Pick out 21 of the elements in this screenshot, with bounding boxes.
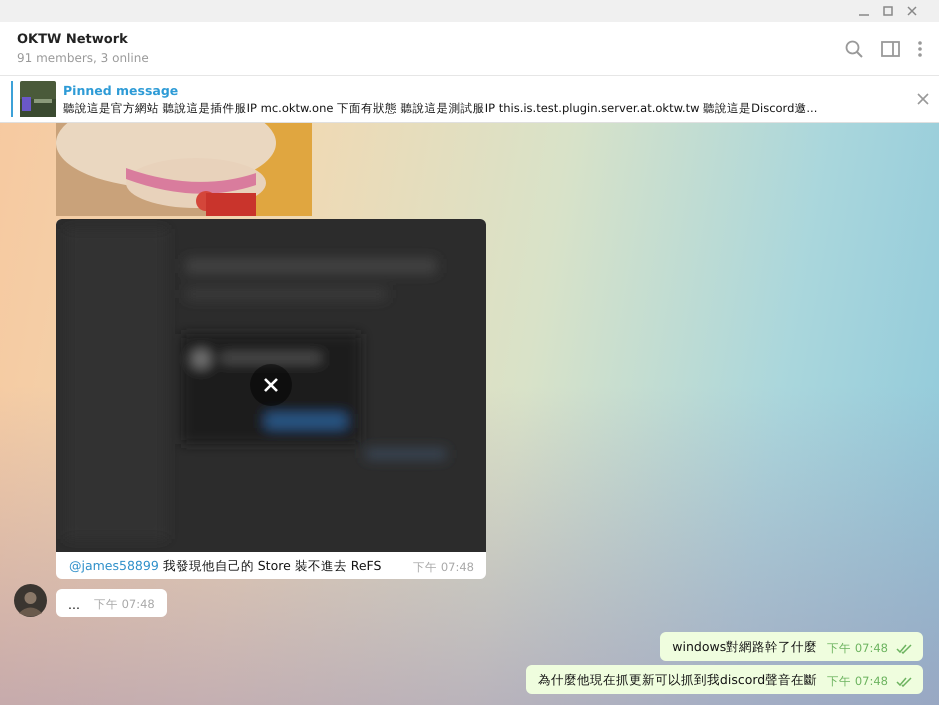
- message-time: 下午 07:48: [94, 597, 155, 612]
- more-icon[interactable]: [918, 40, 922, 56]
- close-icon[interactable]: [917, 93, 929, 105]
- message-time: 下午 07:48: [827, 674, 888, 689]
- pinned-message-text[interactable]: 聽說這是官方網站 聽說這是插件服IP mc.oktw.one 下面有狀態 聽說這是測試服IP this.is.test.plugin.server.at.oktw.tw 聽說這是Discord邀...: [63, 100, 917, 116]
- cancel-download-button[interactable]: [250, 364, 292, 406]
- message-text: ...: [68, 597, 80, 612]
- close-icon: [263, 377, 279, 393]
- message-text: 為什麼他現在抓更新可以抓到我discord聲音在斷: [538, 672, 818, 689]
- member-count: 91 members, 3 online: [17, 51, 150, 65]
- message-time: 下午 07:48: [413, 560, 474, 575]
- chat-title: OKTW Network: [17, 32, 129, 47]
- message-text: @james58899 我發現他自己的 Store 裝不進去 ReFS: [69, 558, 382, 575]
- avatar[interactable]: [14, 584, 47, 617]
- message-time: 下午 07:48: [827, 641, 888, 656]
- maximize-icon[interactable]: [883, 6, 893, 16]
- pinned-label: Pinned message: [63, 82, 180, 98]
- search-icon[interactable]: [845, 40, 863, 58]
- close-icon[interactable]: [907, 6, 917, 16]
- message-text: windows對網路幹了什麼: [672, 639, 818, 656]
- sidebar-icon[interactable]: [881, 40, 900, 56]
